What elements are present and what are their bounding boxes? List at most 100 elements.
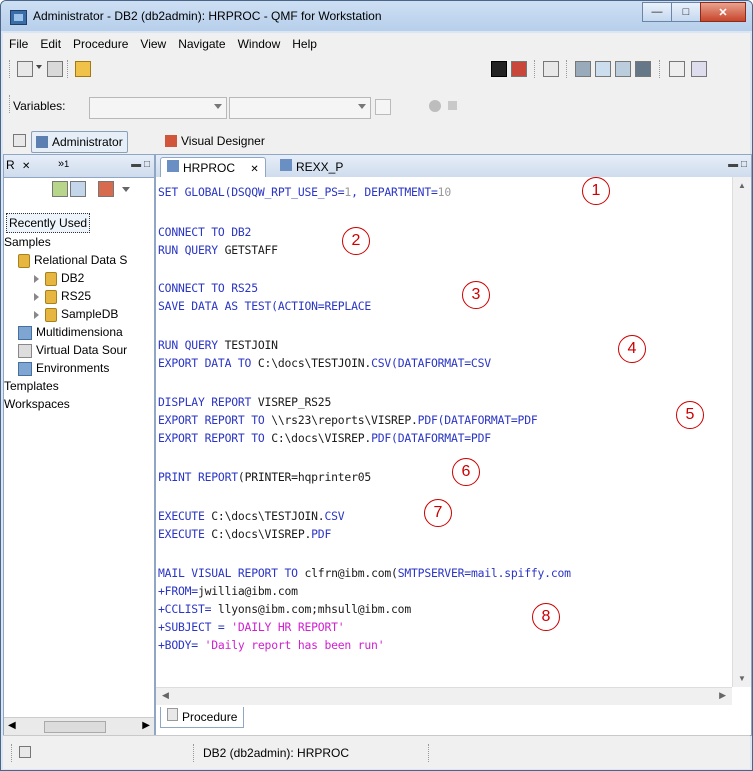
table-icon[interactable] [595,61,611,77]
code-keyword: PRINT REPORT [158,470,238,484]
editor-vertical-scrollbar[interactable]: ▲ ▼ [732,177,751,687]
code-text: GETSTAFF [217,243,278,257]
open-folder-icon[interactable] [75,61,91,77]
toolbar-grip [9,95,11,113]
tree-item-label: RS25 [61,289,92,303]
code-keyword: PDF(DATAFORMAT=PDF [417,413,538,427]
code-line: SAVE DATA AS TEST(ACTION=REPLACE [158,299,371,313]
link-icon[interactable] [70,181,86,197]
code-line: DISPLAY REPORT VISREP_RS25 [158,395,331,409]
tree-item-relational-data-sources[interactable]: Relational Data S [18,251,127,269]
expand-icon[interactable] [34,292,39,301]
filter-icon[interactable] [98,181,114,197]
code-text: , DEPARTMENT= [351,185,438,199]
code-text: clfrn@ibm.com( [297,566,398,580]
repository-tab[interactable]: R ✕ [6,158,30,172]
menu-procedure[interactable]: Procedure [67,37,134,51]
menu-file[interactable]: File [3,37,34,51]
run-icon[interactable] [429,100,441,112]
code-keyword: +BODY= [158,638,198,652]
tree-item-environments[interactable]: Environments [18,359,109,377]
perspective-administrator[interactable]: Administrator [31,131,128,153]
code-line: CONNECT TO DB2 [158,225,251,239]
tab-rexx-p[interactable]: REXX_P [274,157,349,177]
refresh-icon[interactable] [52,181,68,197]
code-keyword: CSV [324,509,345,523]
close-icon[interactable]: ✕ [22,161,30,172]
tab-hrproc[interactable]: HRPROC ✕ [160,157,266,178]
fast-view-icon[interactable] [19,746,31,758]
scroll-left-icon[interactable]: ◀ [162,690,169,701]
scroll-left-icon[interactable]: ◀ [8,720,16,731]
view-controls[interactable]: ▬ □ [131,159,150,170]
query-icon[interactable] [575,61,591,77]
menu-view[interactable]: View [134,37,172,51]
close-icon[interactable]: ✕ [700,2,746,22]
open-perspective-icon[interactable] [13,134,26,147]
maximize-icon[interactable]: □ [671,2,701,22]
new-icon[interactable] [17,61,33,77]
status-separator [428,744,430,762]
expand-icon[interactable] [34,310,39,319]
export-icon[interactable] [511,61,527,77]
grid-icon[interactable] [615,61,631,77]
layout-icon[interactable] [669,61,685,77]
code-text: \\rs23\reports\VISREP. [264,413,418,427]
editor-view-controls[interactable]: ▬ □ [728,159,747,170]
tree-item-samples[interactable]: Samples [4,233,51,251]
properties-icon[interactable] [543,61,559,77]
scroll-right-icon[interactable]: ▶ [142,720,150,731]
expand-icon[interactable] [34,274,39,283]
code-text: jwillia@ibm.com [197,584,298,598]
administrator-icon [36,136,48,148]
annotation-marker-8: 8 [532,603,560,631]
stop-icon[interactable] [491,61,507,77]
tree-item-workspaces[interactable]: Workspaces [4,395,70,413]
window-title: Administrator - DB2 (db2admin): HRPROC -… [33,9,382,23]
repository-tab-label: R [6,158,15,172]
editor-horizontal-scrollbar[interactable]: ◀ ▶ [156,687,732,705]
menu-window[interactable]: Window [232,37,287,51]
menu-navigate[interactable]: Navigate [172,37,231,51]
tree-item-rs25[interactable]: RS25 [34,287,91,305]
set-variable-icon[interactable] [375,99,391,115]
minimize-icon[interactable]: — [642,2,672,22]
variables-name-combo[interactable] [89,97,227,119]
window-icon[interactable] [691,61,707,77]
scroll-right-icon[interactable]: ▶ [719,690,726,701]
database-icon [18,253,30,268]
more-views-icon[interactable]: »1 [58,158,69,170]
perspective-label: Administrator [52,135,123,149]
tree-item-sampledb[interactable]: SampleDB [34,305,118,323]
save-icon[interactable] [47,61,63,77]
scroll-down-icon[interactable]: ▼ [738,674,746,683]
tab-label: REXX_P [296,160,344,174]
code-text: (DSQQW_RPT_USE_PS= [224,185,345,199]
database-icon [45,271,57,286]
code-keyword: EXPORT REPORT TO [158,431,265,445]
variables-value-combo[interactable] [229,97,371,119]
close-icon[interactable]: ✕ [250,164,258,175]
code-area[interactable]: SET GLOBAL(DSQQW_RPT_USE_PS= 1 , DEPARTMEN… [156,177,732,687]
new-dropdown-icon[interactable] [36,65,42,69]
code-keyword: SET GLOBAL [158,185,225,199]
code-line: SET GLOBAL(DSQQW_RPT_USE_PS=1, DEPARTMEN… [158,185,451,199]
tree-item-virtual-data-sources[interactable]: Virtual Data Sour [18,341,127,359]
tree-item-recently-used[interactable]: Recently Used [6,213,91,233]
tab-procedure[interactable]: Procedure [160,707,245,728]
title-bar[interactable]: Administrator - DB2 (db2admin): HRPROC -… [1,1,752,31]
code-keyword: CONNECT TO DB2 [158,225,252,239]
tree-item-multidimensional[interactable]: Multidimensiona [18,323,123,341]
tree-item-templates[interactable]: Templates [4,377,59,395]
report-icon[interactable] [635,61,651,77]
menu-edit[interactable]: Edit [34,37,67,51]
repository-horizontal-scrollbar[interactable]: ◀ ▶ [4,717,154,735]
perspective-visual-designer[interactable]: Visual Designer [161,131,269,151]
scroll-thumb[interactable] [44,721,106,733]
menu-bar: File Edit Procedure View Navigate Window… [3,33,750,55]
stop-run-icon[interactable] [448,101,457,110]
tree-item-db2[interactable]: DB2 [34,269,84,287]
menu-help[interactable]: Help [286,37,323,51]
scroll-up-icon[interactable]: ▲ [738,181,746,190]
view-menu-icon[interactable] [122,187,130,192]
